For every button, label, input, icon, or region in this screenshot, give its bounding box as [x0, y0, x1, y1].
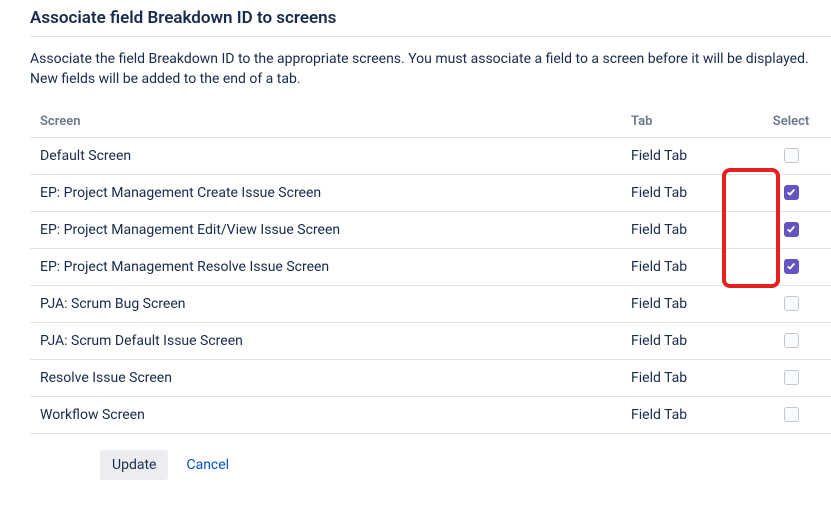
cell-select — [751, 396, 831, 433]
divider — [30, 36, 831, 37]
cell-screen: Default Screen — [30, 137, 621, 174]
cell-screen: Resolve Issue Screen — [30, 359, 621, 396]
cell-select — [751, 174, 831, 211]
cell-select — [751, 248, 831, 285]
table-row: PJA: Scrum Bug ScreenField Tab — [30, 285, 831, 322]
cell-screen: PJA: Scrum Default Issue Screen — [30, 322, 621, 359]
table-row: EP: Project Management Create Issue Scre… — [30, 174, 831, 211]
cell-tab: Field Tab — [621, 359, 751, 396]
select-checkbox[interactable] — [784, 148, 799, 163]
page-title: Associate field Breakdown ID to screens — [30, 8, 831, 28]
table-header-row: Screen Tab Select — [30, 108, 831, 138]
page-description: Associate the field Breakdown ID to the … — [30, 49, 831, 90]
check-icon — [786, 187, 796, 197]
select-checkbox[interactable] — [784, 333, 799, 348]
check-icon — [786, 224, 796, 234]
cell-screen: PJA: Scrum Bug Screen — [30, 285, 621, 322]
table-row: Workflow ScreenField Tab — [30, 396, 831, 433]
col-header-tab: Tab — [621, 108, 751, 138]
cell-select — [751, 285, 831, 322]
check-icon — [786, 261, 796, 271]
cell-select — [751, 322, 831, 359]
table-row: EP: Project Management Edit/View Issue S… — [30, 211, 831, 248]
cell-tab: Field Tab — [621, 248, 751, 285]
select-checkbox[interactable] — [784, 222, 799, 237]
cell-screen: EP: Project Management Edit/View Issue S… — [30, 211, 621, 248]
cell-tab: Field Tab — [621, 137, 751, 174]
cell-tab: Field Tab — [621, 322, 751, 359]
cell-select — [751, 359, 831, 396]
cell-tab: Field Tab — [621, 211, 751, 248]
select-checkbox[interactable] — [784, 259, 799, 274]
screens-table: Screen Tab Select Default ScreenField Ta… — [30, 108, 831, 434]
col-header-select: Select — [751, 108, 831, 138]
cell-tab: Field Tab — [621, 174, 751, 211]
col-header-screen: Screen — [30, 108, 621, 138]
select-checkbox[interactable] — [784, 296, 799, 311]
cell-screen: EP: Project Management Resolve Issue Scr… — [30, 248, 621, 285]
cell-screen: Workflow Screen — [30, 396, 621, 433]
cell-select — [751, 137, 831, 174]
table-row: EP: Project Management Resolve Issue Scr… — [30, 248, 831, 285]
cell-tab: Field Tab — [621, 396, 751, 433]
cell-select — [751, 211, 831, 248]
table-row: Default ScreenField Tab — [30, 137, 831, 174]
select-checkbox[interactable] — [784, 370, 799, 385]
select-checkbox[interactable] — [784, 185, 799, 200]
update-button[interactable]: Update — [100, 450, 168, 480]
cell-screen: EP: Project Management Create Issue Scre… — [30, 174, 621, 211]
cell-tab: Field Tab — [621, 285, 751, 322]
cancel-link[interactable]: Cancel — [186, 457, 229, 473]
table-row: Resolve Issue ScreenField Tab — [30, 359, 831, 396]
select-checkbox[interactable] — [784, 407, 799, 422]
table-row: PJA: Scrum Default Issue ScreenField Tab — [30, 322, 831, 359]
form-actions: Update Cancel — [100, 450, 831, 480]
